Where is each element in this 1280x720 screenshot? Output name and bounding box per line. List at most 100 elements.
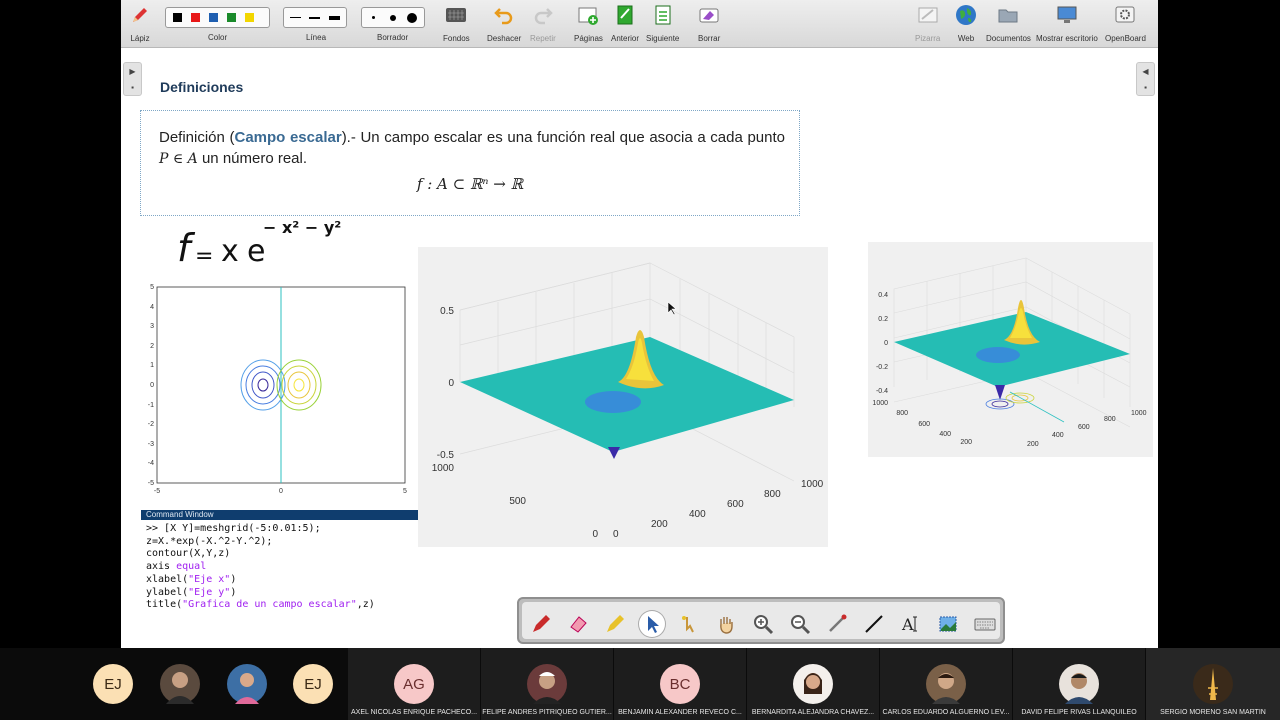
point-notation: P ∈ A bbox=[159, 151, 198, 167]
right-panel-toggle[interactable]: ◀ ▪ bbox=[1136, 62, 1155, 96]
handwritten-f: f bbox=[177, 226, 196, 270]
undo-button[interactable]: Deshacer bbox=[487, 4, 521, 46]
color-swatch-yellow[interactable] bbox=[241, 10, 257, 26]
next-page-button[interactable]: Siguiente bbox=[646, 4, 679, 46]
color-swatch-red[interactable] bbox=[187, 10, 203, 26]
definition-box[interactable]: Definición (Campo escalar).- Un campo es… bbox=[140, 110, 800, 216]
eraser-size-selector bbox=[361, 7, 425, 28]
small-z-tick: 0 bbox=[884, 340, 888, 347]
participant-avatar bbox=[1059, 664, 1099, 704]
definition-text: Definición (Campo escalar).- Un campo es… bbox=[159, 129, 785, 167]
small-y-tick: 200 bbox=[960, 439, 972, 446]
surface-x-tick: 0 bbox=[613, 529, 619, 540]
small-y-tick: 600 bbox=[918, 421, 930, 428]
participant-avatar[interactable]: EJ bbox=[293, 664, 333, 704]
small-z-tick: 0.4 bbox=[878, 292, 888, 299]
openboard-menu-button[interactable]: OpenBoard bbox=[1105, 4, 1146, 46]
backgrounds-button[interactable]: Fondos bbox=[443, 4, 470, 46]
participant-tile[interactable]: DAVID FELIPE RIVAS LLANQUILEO bbox=[1013, 648, 1145, 720]
show-desktop-button[interactable]: Mostrar escritorio bbox=[1036, 4, 1098, 46]
participant-tile[interactable]: CARLOS EDUARDO ALGUERNO LEV... bbox=[880, 648, 1012, 720]
documents-button[interactable]: Documentos bbox=[986, 4, 1031, 46]
pages-button[interactable]: Páginas bbox=[574, 4, 603, 46]
contour-y-tick: 0 bbox=[150, 382, 154, 389]
surface-plot-large[interactable]: 0.5 0 -0.5 1000 500 0 0 200 400 600 800 … bbox=[418, 247, 828, 547]
surface-x-tick: 600 bbox=[727, 499, 744, 510]
contour-x-tick: 5 bbox=[403, 488, 407, 495]
board-icon bbox=[917, 4, 939, 26]
redo-button[interactable]: Repetir bbox=[530, 4, 556, 46]
laser-pointer-icon[interactable] bbox=[676, 611, 702, 637]
surface-x-tick: 800 bbox=[764, 489, 781, 500]
board-button[interactable]: Pizarra bbox=[915, 4, 940, 46]
zoom-out-icon[interactable] bbox=[787, 611, 813, 637]
capture-tool-icon[interactable] bbox=[935, 611, 961, 637]
color-swatch-blue[interactable] bbox=[205, 10, 221, 26]
contour-x-tick: 0 bbox=[279, 488, 283, 495]
zoom-in-icon[interactable] bbox=[750, 611, 776, 637]
left-panel-toggle[interactable]: ▶ ▪ bbox=[123, 62, 142, 96]
command-window-title: Command Window bbox=[141, 510, 418, 520]
pointer-stick-icon[interactable] bbox=[824, 611, 850, 637]
participant-avatar[interactable] bbox=[227, 664, 267, 704]
command-window[interactable]: Command Window >> [X Y]=meshgrid(-5:0.01… bbox=[141, 510, 418, 620]
text-tool-icon[interactable]: A bbox=[898, 611, 924, 637]
gear-icon bbox=[1114, 4, 1136, 26]
participant-avatar bbox=[1193, 664, 1233, 704]
eraser-large-option[interactable] bbox=[404, 10, 421, 26]
eraser-medium-option[interactable] bbox=[384, 10, 401, 26]
eraser-small-option[interactable] bbox=[365, 10, 382, 26]
line-thick-option[interactable] bbox=[326, 10, 343, 26]
surface-z-tick: 0 bbox=[448, 378, 454, 389]
pointer-tool-icon[interactable] bbox=[639, 611, 665, 637]
participant-tile[interactable]: AG AXEL NICOLAS ENRIQUE PACHECO... bbox=[348, 648, 480, 720]
line-thin-option[interactable] bbox=[287, 10, 304, 26]
surface-plot-small[interactable]: 0.4 0.2 0 -0.2 -0.4 1000 800 600 400 200… bbox=[868, 242, 1153, 457]
drawing-tools-palette: A bbox=[517, 597, 1005, 644]
contour-y-tick: -1 bbox=[148, 402, 154, 409]
small-x-tick: 400 bbox=[1052, 432, 1064, 439]
contour-y-tick: 4 bbox=[150, 304, 154, 311]
add-page-icon bbox=[577, 4, 599, 26]
web-button[interactable]: Web bbox=[955, 4, 977, 46]
surface-y-tick: 500 bbox=[509, 496, 526, 507]
small-x-tick: 200 bbox=[1027, 441, 1039, 448]
contour-y-ticks: 5 4 3 2 1 0 -1 -2 -3 -4 -5 bbox=[148, 284, 154, 487]
surface-x-tick: 400 bbox=[689, 509, 706, 520]
pencil-button[interactable]: Lápiz bbox=[129, 4, 151, 46]
contour-y-tick: -5 bbox=[148, 480, 154, 487]
participant-tile[interactable]: BERNARDITA ALEJANDRA CHAVEZ... bbox=[747, 648, 879, 720]
small-z-tick: -0.4 bbox=[876, 388, 888, 395]
handwritten-formula[interactable]: f = x e − x² − y² bbox=[171, 205, 411, 271]
participant-tile[interactable]: FELIPE ANDRES PITRIQUEO GUTIER... bbox=[481, 648, 613, 720]
redo-icon bbox=[532, 4, 554, 26]
color-swatch-black[interactable] bbox=[169, 10, 185, 26]
line-medium-option[interactable] bbox=[306, 10, 323, 26]
definition-keyword: Campo escalar bbox=[234, 129, 342, 146]
surface-y-tick: 0 bbox=[592, 529, 598, 540]
line-tool-icon[interactable] bbox=[861, 611, 887, 637]
pen-tool-icon[interactable] bbox=[528, 611, 554, 637]
participant-avatar: AG bbox=[394, 664, 434, 704]
color-swatch-green[interactable] bbox=[223, 10, 239, 26]
previous-page-button[interactable]: Anterior bbox=[611, 4, 639, 46]
surface-x-tick: 1000 bbox=[801, 479, 824, 490]
contour-plot[interactable]: 5 4 3 2 1 0 -1 -2 -3 -4 -5 -5 0 5 bbox=[141, 280, 417, 498]
contour-x-tick: -5 bbox=[154, 488, 160, 495]
participant-tile[interactable]: BC BENJAMIN ALEXANDER REVECO C... bbox=[614, 648, 746, 720]
virtual-keyboard-icon[interactable] bbox=[972, 611, 998, 637]
previous-page-icon bbox=[614, 4, 636, 26]
contour-x-ticks: -5 0 5 bbox=[154, 488, 407, 495]
next-page-icon bbox=[652, 4, 674, 26]
hand-tool-icon[interactable] bbox=[713, 611, 739, 637]
globe-icon bbox=[955, 4, 977, 26]
participant-avatar[interactable]: EJ bbox=[93, 664, 133, 704]
contour-y-tick: -3 bbox=[148, 441, 154, 448]
highlighter-tool-icon[interactable] bbox=[602, 611, 628, 637]
handwritten-x: x bbox=[221, 234, 239, 269]
small-y-tick: 800 bbox=[896, 410, 908, 417]
eraser-tool-icon[interactable] bbox=[565, 611, 591, 637]
clear-button[interactable]: Borrar bbox=[698, 4, 720, 46]
participant-avatar[interactable] bbox=[160, 664, 200, 704]
participant-tile-active[interactable]: SERGIO MORENO SAN MARTIN bbox=[1146, 648, 1280, 720]
